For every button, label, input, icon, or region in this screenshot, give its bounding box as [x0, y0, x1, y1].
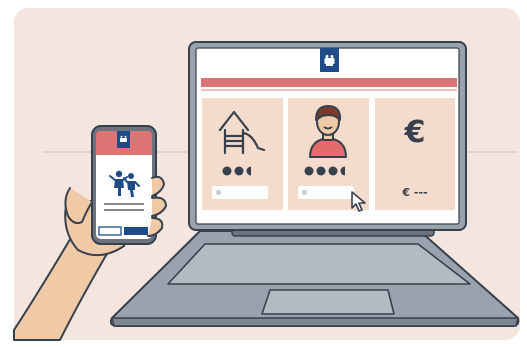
card-cost: € € ---	[375, 98, 455, 210]
card-daycare	[202, 98, 283, 210]
phone-primary-button	[124, 227, 148, 235]
illustration-canvas: € € ---	[13, 8, 520, 341]
laptop-trackpad	[261, 289, 395, 315]
illustration-scene: € € ---	[0, 0, 527, 347]
laptop-header-bar	[201, 78, 457, 87]
laptop-header-subline	[201, 89, 457, 91]
phone-secondary-button	[98, 226, 122, 236]
euro-icon: €	[404, 115, 426, 150]
card-childminder	[288, 98, 369, 210]
price-placeholder: € ---	[401, 186, 427, 199]
phone	[91, 125, 157, 245]
laptop-keyboard	[167, 243, 471, 285]
laptop-logo	[320, 48, 339, 72]
laptop-base-front	[111, 317, 519, 327]
